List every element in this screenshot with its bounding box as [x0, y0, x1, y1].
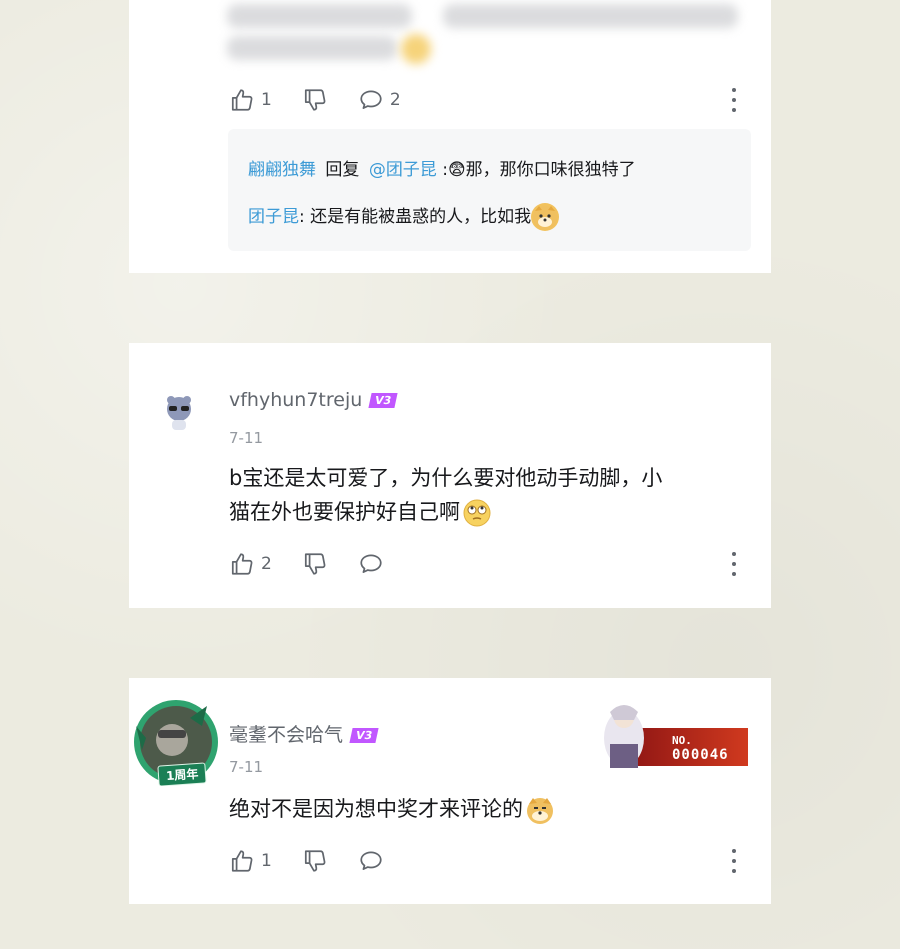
badge-number: 000046 [672, 747, 729, 763]
comment-content: b宝还是太可爱了，为什么要对他动手动脚，小 猫在外也要保护好自己啊 [229, 461, 749, 529]
thumbs-down-icon [304, 89, 326, 111]
reply-word: 回复 [325, 160, 360, 180]
like-count: 1 [261, 851, 272, 871]
anniversary-badge: 1周年 [157, 762, 208, 786]
like-button[interactable]: 1 [229, 848, 272, 874]
reply-text: : 还是有能被蛊惑的人，比如我 [299, 207, 532, 227]
thumbs-down-icon [304, 850, 326, 872]
comment-text-line: 猫在外也要保护好自己啊 [229, 495, 749, 529]
reply-username[interactable]: 翩翩独舞 [248, 160, 316, 180]
comment-text-line: b宝还是太可爱了，为什么要对他动手动脚，小 [229, 466, 663, 490]
reply-item: 翩翩独舞 回复 @团子昆 :😨那，那你口味很独特了 [248, 155, 636, 180]
dislike-button[interactable] [302, 848, 328, 874]
comment-card-1: 1 2 翩翩独舞 回复 @团子昆 :😨那，那你口味很独特了 团子昆: 还是有能被… [129, 0, 771, 273]
username-row: vfhyhun7treju V3 [229, 389, 399, 411]
rolling-eyes-icon [462, 498, 492, 528]
comment-date: 7-11 [229, 429, 264, 447]
reply-preview-box[interactable]: 翩翩独舞 回复 @团子昆 :😨那，那你口味很独特了 团子昆: 还是有能被蛊惑的人… [228, 129, 751, 251]
thumbs-up-icon [231, 553, 253, 575]
dislike-button[interactable] [302, 87, 328, 113]
reply-text: :😨那，那你口味很独特了 [442, 160, 636, 180]
like-count: 1 [261, 90, 272, 110]
comment-bubble-icon [360, 90, 382, 109]
thumbs-down-icon [304, 553, 326, 575]
comment-actions: 2 [229, 549, 753, 579]
comment-text: 绝对不是因为想中奖才来评论的 [229, 797, 523, 821]
mention-link[interactable]: @团子昆 [369, 160, 437, 180]
reply-count: 2 [389, 90, 401, 110]
like-button[interactable]: 1 [229, 87, 272, 113]
doge-icon [530, 203, 559, 231]
comment-bubble-icon [360, 851, 382, 870]
thumbs-up-icon [231, 89, 253, 111]
more-options-button[interactable] [727, 849, 741, 873]
reply-username[interactable]: 团子昆 [248, 207, 299, 227]
reply-button[interactable]: 2 [358, 87, 401, 113]
comment-card-2: vfhyhun7treju V3 7-11 b宝还是太可爱了，为什么要对他动手动脚… [129, 343, 771, 608]
username[interactable]: 毫耋不会哈气 [229, 724, 343, 746]
avatar[interactable] [157, 391, 201, 435]
comment-content: 绝对不是因为想中奖才来评论的 [229, 792, 749, 826]
reply-item: 团子昆: 还是有能被蛊惑的人，比如我 [248, 202, 559, 231]
like-button[interactable]: 2 [229, 551, 272, 577]
more-options-button[interactable] [727, 88, 741, 112]
fan-card-badge[interactable]: NO. 000046 [592, 700, 752, 770]
reply-button[interactable] [358, 848, 384, 874]
comment-text: 猫在外也要保护好自己啊 [229, 500, 460, 524]
more-options-button[interactable] [727, 552, 741, 576]
username-row: 毫耋不会哈气 V3 [229, 720, 379, 747]
comment-date: 7-11 [229, 758, 264, 776]
blurred-emoji [401, 34, 431, 64]
level-badge: V3 [349, 728, 379, 743]
dislike-button[interactable] [302, 551, 328, 577]
avatar[interactable]: 1周年 [132, 698, 220, 786]
level-badge: V3 [368, 393, 399, 408]
badge-label: NO. [672, 734, 692, 747]
username[interactable]: vfhyhun7treju [229, 389, 362, 411]
comment-bubble-icon [360, 554, 382, 573]
blurred-text [443, 4, 738, 28]
blurred-text [227, 36, 397, 60]
comment-actions: 1 2 [229, 85, 753, 115]
doge-icon [525, 795, 555, 825]
thumbs-up-icon [231, 850, 253, 872]
blurred-text [227, 4, 412, 28]
comment-actions: 1 [229, 846, 753, 876]
reply-button[interactable] [358, 551, 384, 577]
like-count: 2 [261, 554, 272, 574]
comment-card-3: 1周年 毫耋不会哈气 V3 7-11 NO. 000046 绝对不是因为想中奖才来… [129, 678, 771, 904]
